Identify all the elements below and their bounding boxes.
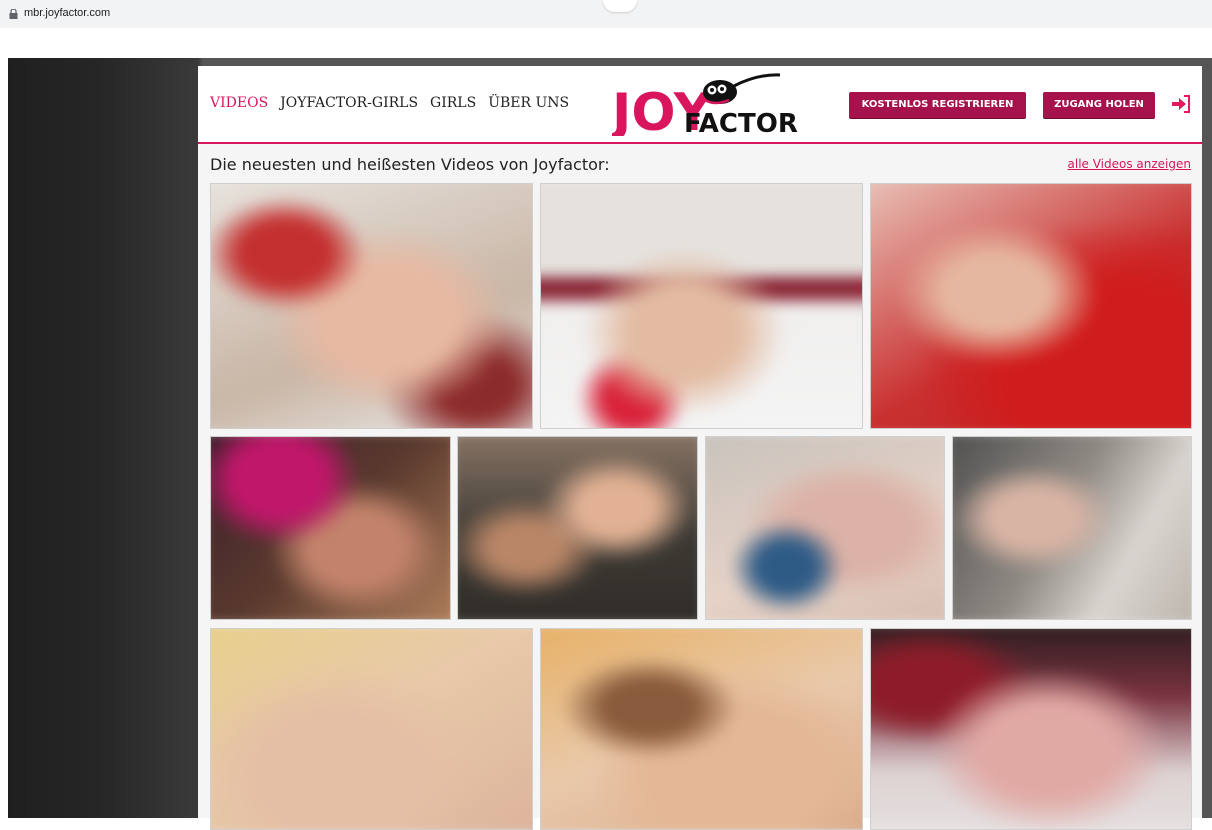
register-button[interactable]: KOSTENLOS REGISTRIEREN (849, 92, 1026, 118)
browser-address-bar[interactable]: mbr.joyfactor.com (0, 0, 1212, 28)
blurred-video-image (871, 184, 1191, 428)
blurred-video-image (211, 437, 450, 619)
nav-girls[interactable]: GIRLS (430, 95, 476, 111)
blurred-video-image (211, 184, 532, 428)
nav-videos[interactable]: VIDEOS (210, 95, 268, 111)
get-access-button[interactable]: ZUGANG HOLEN (1043, 92, 1155, 118)
blurred-video-image (541, 184, 862, 428)
lizard-mascot-icon (703, 73, 781, 105)
video-thumbnail[interactable] (870, 628, 1192, 830)
logo-factor-text: FACTOR (684, 109, 798, 136)
video-thumbnail[interactable] (210, 183, 533, 429)
blurred-video-image (541, 629, 862, 829)
all-videos-link[interactable]: alle Videos anzeigen (1068, 157, 1192, 171)
blurred-video-image (706, 437, 944, 619)
blurred-video-image (953, 437, 1191, 619)
login-icon[interactable] (1171, 95, 1191, 113)
scroll-notch (603, 0, 637, 12)
video-thumbnail[interactable] (952, 436, 1192, 620)
video-thumbnail[interactable] (210, 628, 533, 830)
video-thumbnail[interactable] (210, 436, 451, 620)
video-thumbnail[interactable] (457, 436, 698, 620)
joyfactor-logo[interactable]: JOY FACTOR (612, 70, 802, 136)
main-nav: VIDEOS JOYFACTOR-GIRLS GIRLS ÜBER UNS (210, 95, 581, 111)
video-thumbnail[interactable] (705, 436, 945, 620)
blurred-video-image (458, 437, 697, 619)
section-title: Die neuesten und heißesten Videos von Jo… (210, 155, 610, 174)
video-thumbnail[interactable] (540, 183, 863, 429)
url-text[interactable]: mbr.joyfactor.com (24, 7, 110, 19)
blurred-video-image (211, 629, 532, 829)
nav-about[interactable]: ÜBER UNS (488, 95, 569, 111)
lock-icon (9, 9, 18, 19)
video-thumbnail[interactable] (540, 628, 863, 830)
nav-joyfactor-girls[interactable]: JOYFACTOR-GIRLS (280, 95, 418, 111)
blurred-video-image (871, 629, 1191, 829)
video-thumbnail[interactable] (870, 183, 1192, 429)
